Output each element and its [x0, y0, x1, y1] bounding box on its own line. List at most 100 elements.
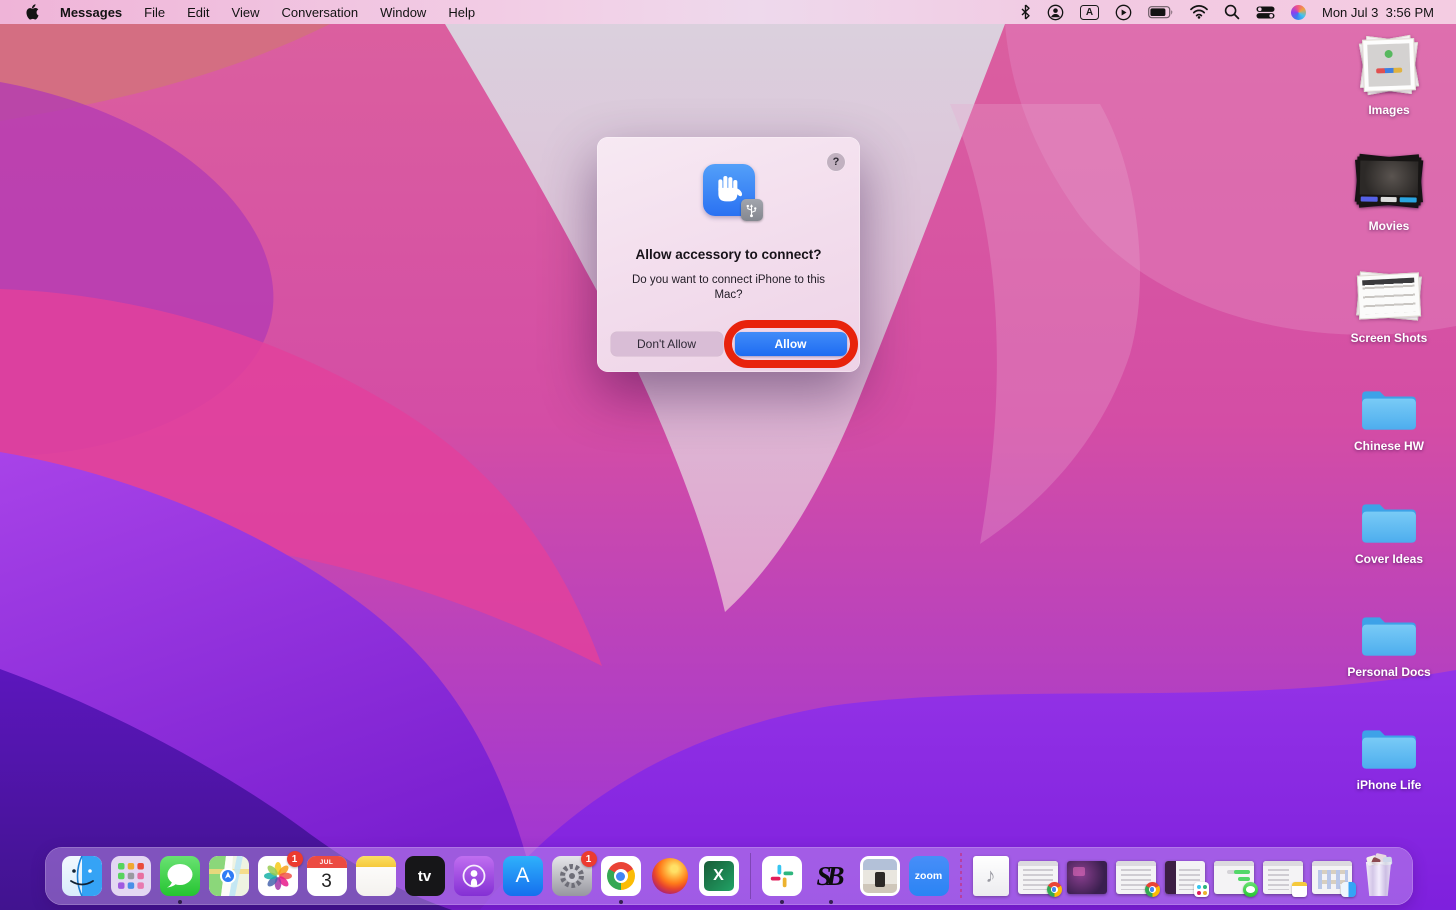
dock-minimized-finder-window[interactable] — [1312, 861, 1352, 894]
accessory-security-icon — [703, 164, 755, 216]
desktop-icon-screen-shots[interactable]: Screen Shots — [1343, 266, 1435, 345]
active-app-menu[interactable]: Messages — [49, 0, 133, 24]
slack-badge-icon — [1194, 882, 1209, 897]
dock-podcasts[interactable] — [454, 856, 494, 896]
dock-minimized-chrome-window-2[interactable] — [1116, 861, 1156, 894]
firefox-icon — [652, 858, 688, 894]
menu-edit[interactable]: Edit — [176, 0, 220, 24]
zoom-logo: zoom — [915, 870, 942, 882]
dock-maps[interactable] — [209, 856, 249, 896]
desktop-screen: Messages File Edit View Conversation Win… — [0, 0, 1456, 910]
now-playing-icon[interactable] — [1107, 0, 1140, 24]
menu-bar: Messages File Edit View Conversation Win… — [0, 0, 1456, 24]
dock: 1 JUL 3 tv A 1 X — [45, 847, 1413, 905]
app-store-glyph: A — [515, 864, 529, 888]
dock-launchpad[interactable] — [111, 856, 151, 896]
calendar-badge-icon — [1292, 882, 1307, 897]
calendar-day: 3 — [307, 868, 347, 896]
screenshot-stack-icon — [1354, 266, 1424, 326]
photo-stack-icon — [1354, 32, 1424, 98]
desktop-folder-personal-docs[interactable]: Personal Docs — [1343, 602, 1435, 679]
desktop-icon-label: Personal Docs — [1347, 665, 1430, 679]
notification-badge: 1 — [581, 851, 597, 867]
dock-app-store[interactable]: A — [503, 856, 543, 896]
desktop-icon-images[interactable]: Images — [1343, 32, 1435, 117]
desktop-icon-movies[interactable]: Movies — [1343, 148, 1435, 233]
folder-icon — [1359, 612, 1419, 660]
desktop-icon-label: Images — [1368, 103, 1409, 117]
wifi-icon[interactable] — [1182, 0, 1216, 24]
running-indicator — [780, 900, 784, 904]
usb-badge-icon — [741, 199, 763, 221]
dock-finder[interactable] — [62, 856, 102, 896]
spotlight-search-icon[interactable] — [1216, 0, 1248, 24]
menu-help[interactable]: Help — [437, 0, 486, 24]
desktop-folder-iphone-life[interactable]: iPhone Life — [1343, 715, 1435, 792]
user-switch-icon[interactable] — [1039, 0, 1072, 24]
dock-minimized-image-window[interactable] — [1067, 861, 1107, 894]
product-photo-icon — [863, 859, 897, 893]
running-indicator — [619, 900, 623, 904]
calendar-month: JUL — [307, 856, 347, 868]
desktop-icon-label: Screen Shots — [1351, 331, 1428, 345]
dock-chrome[interactable] — [601, 856, 641, 896]
dock-separator-dashed — [960, 853, 962, 899]
dock-minimized-slack-window[interactable] — [1165, 861, 1205, 894]
dialog-body-text: Do you want to connect iPhone to this Ma… — [626, 273, 832, 303]
movie-stack-icon — [1354, 148, 1424, 214]
input-source-indicator[interactable]: A — [1072, 0, 1107, 24]
dock-messages[interactable] — [160, 856, 200, 896]
chrome-badge-icon — [1047, 882, 1062, 897]
apple-menu[interactable] — [12, 4, 49, 20]
messages-badge-icon — [1243, 882, 1258, 897]
menu-view[interactable]: View — [221, 0, 271, 24]
dock-photo-app[interactable] — [860, 856, 900, 896]
dock-separator — [750, 853, 751, 899]
accessory-connect-dialog: ? — [597, 137, 860, 372]
apple-logo-icon — [25, 4, 39, 20]
apple-tv-label: tv — [418, 868, 431, 885]
dont-allow-button[interactable]: Don't Allow — [611, 332, 723, 356]
desktop-folder-cover-ideas[interactable]: Cover Ideas — [1343, 489, 1435, 566]
dock-minimized-notes-window[interactable] — [1263, 861, 1303, 894]
dock-trash-full[interactable] — [1361, 855, 1397, 897]
menu-conversation[interactable]: Conversation — [270, 0, 369, 24]
dock-slack[interactable] — [762, 856, 802, 896]
desktop-folder-chinese-hw[interactable]: Chinese HW — [1343, 376, 1435, 453]
desktop-icon-label: Movies — [1369, 219, 1410, 233]
folder-icon — [1359, 725, 1419, 773]
dock-calendar[interactable]: JUL 3 — [307, 856, 347, 896]
dialog-title: Allow accessory to connect? — [635, 247, 821, 262]
desktop-icon-label: Chinese HW — [1354, 439, 1424, 453]
dock-system-preferences[interactable]: 1 — [552, 856, 592, 896]
dock-sb-app[interactable]: SB — [811, 856, 851, 896]
menu-window[interactable]: Window — [369, 0, 437, 24]
battery-icon[interactable] — [1140, 0, 1182, 24]
desktop-icon-label: iPhone Life — [1357, 778, 1422, 792]
dock-minimized-chrome-window[interactable] — [1018, 861, 1058, 894]
help-button[interactable]: ? — [827, 153, 845, 171]
trash-bin-icon — [1365, 862, 1393, 896]
allow-button[interactable]: Allow — [735, 332, 847, 356]
sb-logo: SB — [816, 861, 839, 892]
dock-notes[interactable] — [356, 856, 396, 896]
chrome-badge-icon — [1145, 882, 1160, 897]
notification-badge: 1 — [287, 851, 303, 867]
siri-icon[interactable] — [1283, 0, 1314, 24]
chrome-icon — [607, 862, 635, 890]
music-note-icon: ♪ — [986, 865, 996, 888]
dock-music-file[interactable]: ♪ — [973, 856, 1009, 896]
excel-glyph: X — [704, 861, 734, 891]
dock-photos[interactable]: 1 — [258, 856, 298, 896]
menu-file[interactable]: File — [133, 0, 176, 24]
finder-badge-icon — [1341, 882, 1356, 897]
folder-icon — [1359, 499, 1419, 547]
control-center-icon[interactable] — [1248, 0, 1283, 24]
dock-firefox[interactable] — [650, 856, 690, 896]
dock-excel[interactable]: X — [699, 856, 739, 896]
bluetooth-icon[interactable] — [1012, 0, 1039, 24]
dock-apple-tv[interactable]: tv — [405, 856, 445, 896]
dock-minimized-messages-window[interactable] — [1214, 861, 1254, 894]
menu-bar-clock[interactable]: Mon Jul 3 3:56 PM — [1314, 0, 1442, 24]
dock-zoom[interactable]: zoom — [909, 856, 949, 896]
